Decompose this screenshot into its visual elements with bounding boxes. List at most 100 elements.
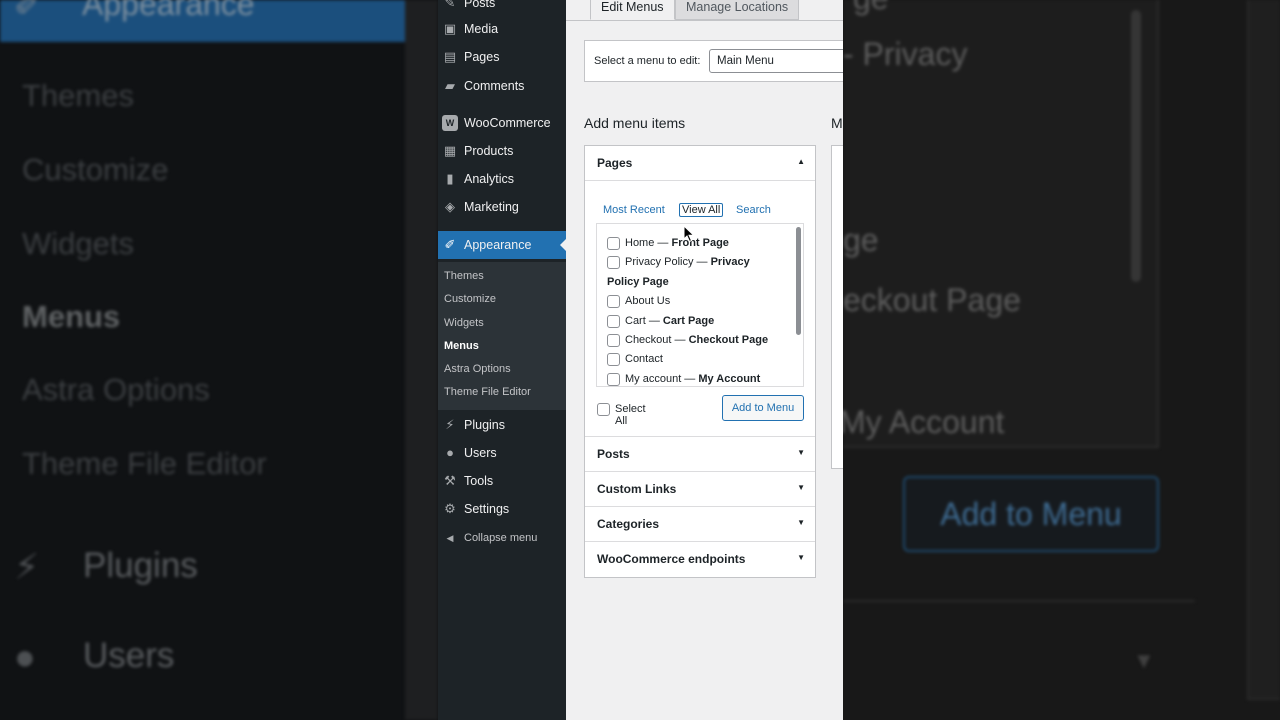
bg-divider bbox=[843, 600, 1195, 602]
background-left-blurred: ✐ Appearance Themes Customize Widgets Me… bbox=[0, 0, 438, 720]
bg-text: - Privacy bbox=[843, 36, 968, 72]
add-to-menu-button[interactable]: Add to Menu bbox=[722, 395, 804, 421]
sidebar-item-woocommerce[interactable]: W WooCommerce bbox=[438, 109, 566, 137]
accordion-woocommerce-endpoints-header[interactable]: WooCommerce endpoints ▼ bbox=[585, 542, 815, 577]
tab-edit-menus[interactable]: Edit Menus bbox=[590, 0, 675, 20]
submenu-item-theme-file-editor[interactable]: Theme File Editor bbox=[444, 386, 531, 398]
chevron-down-icon: ▼ bbox=[797, 553, 805, 562]
chevron-down-icon: ▼ bbox=[1133, 648, 1155, 673]
collapse-icon: ◀ bbox=[446, 533, 454, 543]
sidebar-item-label: Media bbox=[464, 22, 499, 36]
accordion-pages-header[interactable]: Pages ▲ bbox=[585, 146, 815, 181]
bg-text: My Account bbox=[843, 404, 1005, 440]
bg-item: Widgets bbox=[22, 226, 134, 261]
sidebar-item-label: Appearance bbox=[464, 238, 532, 252]
bg-item: Themes bbox=[22, 78, 134, 113]
sidebar-item-comments[interactable]: ▰ Comments bbox=[438, 72, 566, 100]
settings-icon: ⚙ bbox=[444, 501, 456, 516]
sidebar-item-marketing[interactable]: ◈ Marketing bbox=[438, 193, 566, 221]
bg-edge bbox=[1247, 0, 1280, 700]
submenu-item-astra-options[interactable]: Astra Options bbox=[444, 363, 511, 375]
select-menu-panel: Select a menu to edit: Main Menu bbox=[584, 40, 843, 82]
select-menu-label: Select a menu to edit: bbox=[594, 55, 701, 67]
menu-select-dropdown[interactable]: Main Menu bbox=[709, 49, 843, 73]
bg-active-label: Appearance bbox=[82, 0, 255, 22]
tab-manage-locations[interactable]: Manage Locations bbox=[675, 0, 800, 20]
submenu-item-customize[interactable]: Customize bbox=[444, 293, 496, 305]
select-all-checkbox[interactable] bbox=[597, 403, 610, 416]
sidebar-item-label: Plugins bbox=[464, 418, 505, 432]
page-checkbox[interactable] bbox=[607, 373, 620, 386]
marketing-icon: ◈ bbox=[445, 199, 455, 214]
sidebar-item-analytics[interactable]: ▮ Analytics bbox=[438, 165, 566, 193]
sidebar-item-label: Comments bbox=[464, 79, 525, 93]
sidebar-item-label: WooCommerce bbox=[464, 116, 551, 130]
submenu-item-widgets[interactable]: Widgets bbox=[444, 317, 484, 329]
add-items-accordion: Pages ▲ Most Recent View All Search Home… bbox=[584, 145, 816, 578]
bg-item: Plugins bbox=[83, 546, 198, 585]
page-label: Home — Front Page bbox=[625, 237, 729, 249]
accordion-title: WooCommerce endpoints bbox=[597, 552, 746, 566]
collapse-menu-button[interactable]: ◀ Collapse menu bbox=[438, 528, 566, 548]
tab-most-recent[interactable]: Most Recent bbox=[603, 204, 665, 216]
sidebar-item-users[interactable]: ● Users bbox=[438, 439, 566, 467]
sidebar-item-media[interactable]: ▣ Media bbox=[438, 15, 566, 43]
plugins-icon: ⚡ bbox=[445, 417, 455, 432]
chevron-down-icon: ▼ bbox=[797, 483, 805, 492]
accordion-title: Posts bbox=[597, 447, 630, 461]
sidebar-item-label: Settings bbox=[464, 502, 510, 516]
page-checkbox[interactable] bbox=[607, 353, 620, 366]
page-checkbox[interactable] bbox=[607, 237, 620, 250]
accordion-title: Categories bbox=[597, 517, 660, 531]
list-scrollbar[interactable] bbox=[796, 227, 801, 335]
chevron-up-icon: ▲ bbox=[797, 157, 805, 166]
page-checkbox[interactable] bbox=[607, 256, 620, 269]
sidebar-item-label: Posts bbox=[464, 0, 496, 10]
bg-item: Theme File Editor bbox=[22, 446, 267, 481]
page-label: Cart — Cart Page bbox=[625, 315, 715, 327]
accordion-posts-header[interactable]: Posts ▼ bbox=[585, 437, 815, 472]
sidebar-item-label: Tools bbox=[464, 474, 494, 488]
sidebar-item-label: Pages bbox=[464, 50, 500, 64]
sidebar-item-label: Products bbox=[464, 144, 514, 158]
analytics-icon: ▮ bbox=[446, 171, 454, 186]
tab-view-all[interactable]: View All bbox=[679, 203, 724, 217]
background-right-blurred: ge - Privacy ge eckout Page My Account A… bbox=[843, 0, 1280, 720]
chevron-down-icon: ▼ bbox=[797, 518, 805, 527]
tools-icon: ⚒ bbox=[444, 473, 456, 488]
appearance-icon: ✐ bbox=[444, 237, 456, 252]
sidebar-item-appearance[interactable]: ✐ Appearance bbox=[438, 231, 566, 259]
woocommerce-icon: W bbox=[442, 115, 458, 131]
media-icon: ▣ bbox=[443, 21, 457, 36]
bg-add-to-menu-button: Add to Menu bbox=[903, 476, 1159, 552]
appearance-icon: ✐ bbox=[14, 0, 41, 23]
sidebar-item-settings[interactable]: ⚙ Settings bbox=[438, 495, 566, 523]
products-icon: ▦ bbox=[443, 143, 457, 158]
submenu-item-themes[interactable]: Themes bbox=[444, 270, 484, 282]
posts-icon: ✎ bbox=[444, 0, 456, 10]
accordion-custom-links-header[interactable]: Custom Links ▼ bbox=[585, 472, 815, 507]
sidebar-item-tools[interactable]: ⚒ Tools bbox=[438, 467, 566, 495]
sidebar-item-plugins[interactable]: ⚡ Plugins bbox=[438, 411, 566, 439]
accordion-title: Pages bbox=[597, 156, 633, 170]
select-all-label: Select All bbox=[615, 403, 646, 427]
sidebar-item-products[interactable]: ▦ Products bbox=[438, 137, 566, 165]
tabs-divider bbox=[566, 20, 843, 21]
tab-search[interactable]: Search bbox=[736, 204, 771, 216]
bg-text: ge bbox=[853, 0, 889, 17]
submenu-item-menus[interactable]: Menus bbox=[444, 340, 479, 352]
page-checkbox[interactable] bbox=[607, 334, 620, 347]
accordion-categories-header[interactable]: Categories ▼ bbox=[585, 507, 815, 542]
page-checkbox[interactable] bbox=[607, 315, 620, 328]
sidebar-item-label: Analytics bbox=[464, 172, 515, 186]
page-label: Checkout — Checkout Page bbox=[625, 334, 769, 346]
page-label: Privacy Policy — Privacy bbox=[625, 256, 750, 268]
bg-text: eckout Page bbox=[843, 282, 1021, 318]
page-checkbox[interactable] bbox=[607, 295, 620, 308]
pages-checklist[interactable]: Home — Front Page Privacy Policy — Priva… bbox=[596, 223, 804, 387]
accordion-title: Custom Links bbox=[597, 482, 677, 496]
pages-panel: Most Recent View All Search Home — Front… bbox=[585, 181, 815, 437]
chevron-down-icon: ▼ bbox=[797, 448, 805, 457]
sidebar-item-pages[interactable]: ▤ Pages bbox=[438, 43, 566, 71]
bg-strip bbox=[405, 0, 438, 720]
